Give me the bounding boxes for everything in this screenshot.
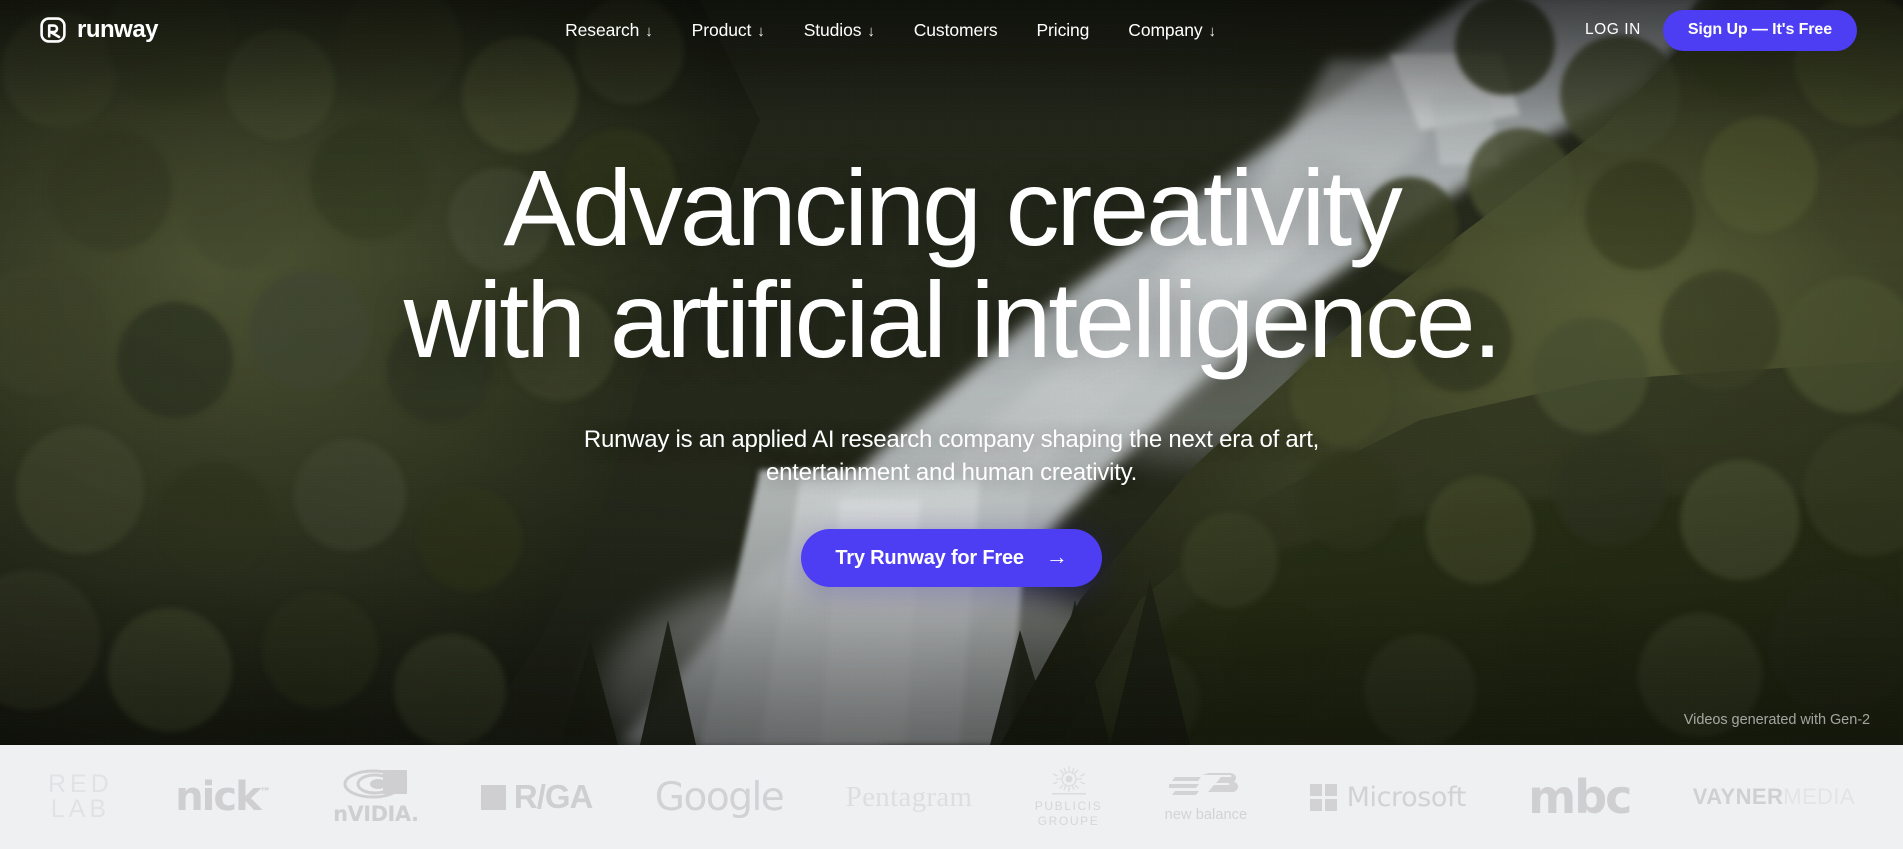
logo-redlab-line2: LAB bbox=[50, 795, 111, 823]
logo-nick-tm: ™ bbox=[259, 785, 271, 799]
logo-vayner-light: MEDIA bbox=[1783, 784, 1855, 809]
nav-actions: LOG IN Sign Up — It's Free bbox=[1585, 9, 1857, 51]
logo-rga: R/GA bbox=[480, 766, 593, 828]
logo-microsoft: Microsoft bbox=[1309, 766, 1467, 828]
logo-vayner-bold: VAYNER bbox=[1692, 784, 1784, 809]
try-runway-for-free-button[interactable]: Try Runway for Free → bbox=[801, 529, 1102, 588]
runway-logo-icon bbox=[40, 17, 66, 43]
logo-google: Google bbox=[654, 766, 785, 828]
customer-logo-strip: RED LAB nick™ nVIDIA. R/GA Google Pentag… bbox=[0, 745, 1903, 849]
brand-logo-link[interactable]: runway bbox=[40, 16, 159, 43]
nav-item-studios-label: Studios bbox=[803, 19, 862, 40]
logo-new-balance: new balance bbox=[1165, 766, 1248, 828]
logo-nvidia: nVIDIA. bbox=[333, 766, 419, 828]
logo-mbc-label: mbc bbox=[1528, 770, 1632, 824]
nav-item-pricing-label: Pricing bbox=[1036, 19, 1090, 40]
logo-google-label: Google bbox=[654, 774, 785, 820]
rga-square-icon bbox=[480, 784, 506, 810]
signup-button[interactable]: Sign Up — It's Free bbox=[1662, 9, 1857, 51]
hero-section: runway Research ↓ Product ↓ Studios ↓ Cu… bbox=[0, 0, 1903, 745]
logo-nvidia-label: nVIDIA. bbox=[333, 801, 419, 826]
logo-publicis-line1: PUBLICIS bbox=[1034, 799, 1103, 813]
logo-redlab-line1: RED bbox=[48, 769, 113, 798]
arrow-down-icon: ↓ bbox=[645, 22, 653, 40]
nav-item-company[interactable]: Company ↓ bbox=[1128, 20, 1216, 41]
nav-item-product[interactable]: Product ↓ bbox=[692, 20, 765, 41]
nav-item-studios[interactable]: Studios ↓ bbox=[804, 20, 875, 41]
logo-vaynermedia: VAYNERMEDIA bbox=[1693, 766, 1855, 828]
logo-new-balance-label: new balance bbox=[1164, 807, 1248, 823]
arrow-down-icon: ↓ bbox=[757, 22, 765, 40]
logo-mbc: mbc bbox=[1528, 766, 1632, 828]
nvidia-eye-icon bbox=[343, 769, 409, 801]
nav-item-product-label: Product bbox=[691, 19, 752, 40]
primary-nav-links: Research ↓ Product ↓ Studios ↓ Customers… bbox=[527, 20, 1216, 41]
login-link[interactable]: LOG IN bbox=[1585, 21, 1641, 39]
page-title: Advancing creativity with artificial int… bbox=[403, 151, 1503, 381]
logo-pentagram-label: Pentagram bbox=[845, 780, 973, 813]
microsoft-window-icon bbox=[1309, 783, 1337, 811]
headline-line-2: with artificial intelligence. bbox=[403, 259, 1503, 381]
logo-pentagram: Pentagram bbox=[846, 766, 973, 828]
logo-redlab: RED LAB bbox=[48, 766, 113, 828]
nav-item-customers[interactable]: Customers bbox=[914, 20, 998, 41]
nav-item-customers-label: Customers bbox=[913, 19, 998, 40]
logo-microsoft-label: Microsoft bbox=[1346, 781, 1467, 813]
arrow-right-icon: → bbox=[1045, 544, 1068, 570]
logo-publicis-line2: GROUPE bbox=[1037, 814, 1100, 828]
headline-line-1: Advancing creativity bbox=[503, 147, 1403, 268]
nav-item-research[interactable]: Research ↓ bbox=[565, 20, 653, 41]
hero-content: Advancing creativity with artificial int… bbox=[0, 0, 1903, 745]
arrow-down-icon: ↓ bbox=[1208, 22, 1216, 40]
arrow-down-icon: ↓ bbox=[867, 22, 875, 40]
nav-item-company-label: Company bbox=[1128, 19, 1203, 40]
hero-subtitle: Runway is an applied AI research company… bbox=[572, 423, 1332, 490]
publicis-sun-icon bbox=[1047, 765, 1091, 797]
top-navigation-bar: runway Research ↓ Product ↓ Studios ↓ Cu… bbox=[0, 0, 1903, 60]
subtitle-line-1: Runway is an applied AI research company… bbox=[583, 425, 1162, 453]
logo-publicis-groupe: PUBLICIS GROUPE bbox=[1035, 766, 1103, 828]
nav-item-pricing[interactable]: Pricing bbox=[1036, 20, 1089, 41]
video-credit-caption: Videos generated with Gen-2 bbox=[1683, 712, 1870, 728]
logo-nick-label: nick bbox=[175, 774, 261, 820]
nav-item-research-label: Research bbox=[565, 19, 640, 40]
new-balance-nb-icon bbox=[1168, 771, 1243, 805]
brand-name: runway bbox=[77, 16, 159, 43]
cta-label: Try Runway for Free bbox=[835, 546, 1024, 569]
logo-nickelodeon: nick™ bbox=[175, 766, 271, 828]
logo-rga-label: R/GA bbox=[513, 778, 593, 815]
